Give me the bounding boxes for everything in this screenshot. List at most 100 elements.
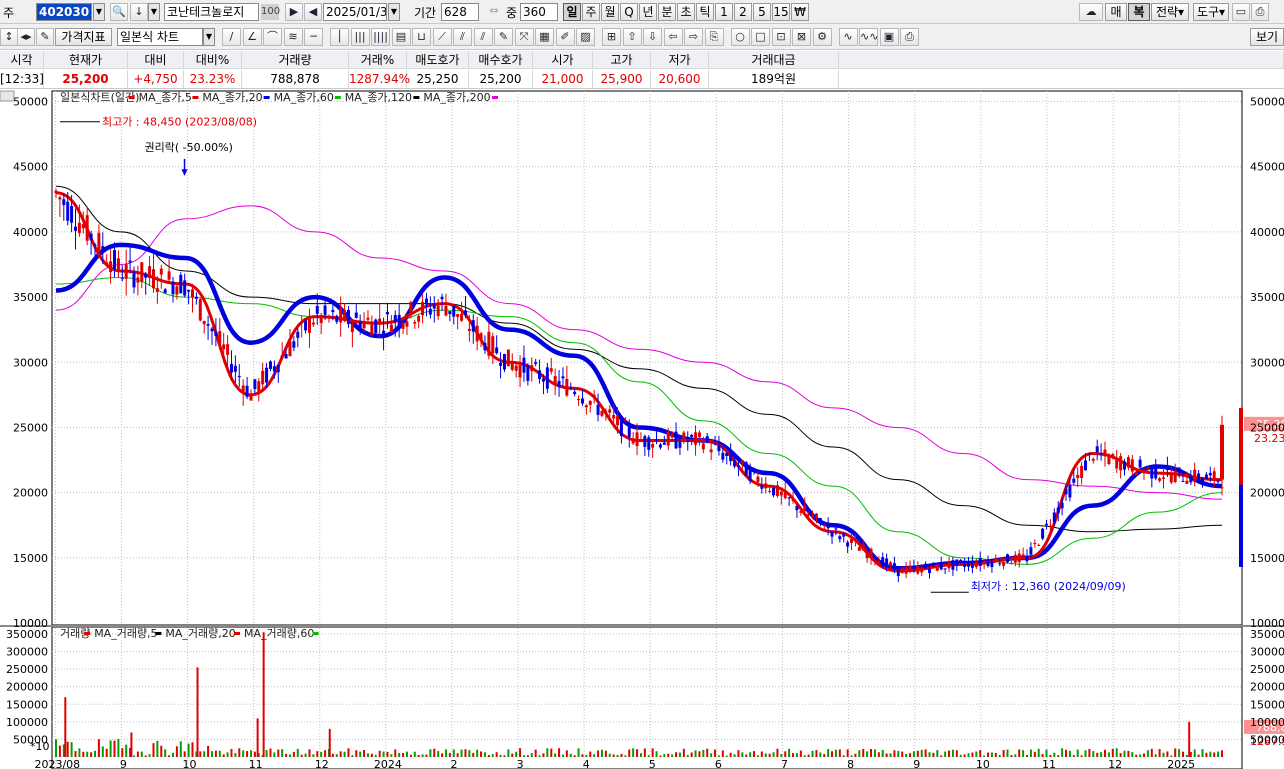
chart-type-dropdown[interactable]: ▼ bbox=[203, 28, 215, 46]
period-input[interactable]: 628 bbox=[441, 3, 479, 21]
volume-bar bbox=[421, 754, 424, 757]
left-arrow-icon[interactable]: ⇦ bbox=[663, 28, 683, 46]
wave-icon[interactable]: ∿ bbox=[838, 28, 858, 46]
volume-bar bbox=[530, 753, 533, 757]
volume-bar bbox=[378, 750, 381, 757]
print-icon[interactable]: ⎙ bbox=[900, 28, 919, 46]
expand-toggle-icon bbox=[0, 90, 15, 102]
vertical-line-icon[interactable]: │ bbox=[330, 28, 349, 46]
period-tab-5[interactable]: 분 bbox=[658, 3, 676, 21]
horizontal-line-icon[interactable]: ─ bbox=[304, 28, 323, 46]
period-tab-0[interactable]: 일 bbox=[563, 3, 581, 21]
settings-icon[interactable]: ⚙ bbox=[812, 28, 832, 46]
leftright-icon[interactable]: ◂▸ bbox=[17, 28, 35, 46]
volume-bar bbox=[838, 749, 841, 757]
volume-bar bbox=[1209, 751, 1212, 757]
right-button-2[interactable]: 전략▾ bbox=[1151, 3, 1189, 21]
stock-chart[interactable]: 최고가 : 48,450 (2023/08/08) 권리락( -50.00%) 최저… bbox=[0, 89, 1284, 769]
period-tab-4[interactable]: 년 bbox=[639, 3, 657, 21]
right-button-3[interactable]: 도구▾ bbox=[1193, 3, 1229, 21]
cloud-icon[interactable]: ☁ bbox=[1079, 3, 1103, 21]
zoom-input[interactable]: 360 bbox=[520, 3, 558, 21]
period-tab-8[interactable]: 1 bbox=[715, 3, 733, 21]
candle-body bbox=[873, 560, 877, 562]
period-tab-2[interactable]: 월 bbox=[601, 3, 619, 21]
candle-body bbox=[85, 215, 89, 241]
right-button-1[interactable]: 복 bbox=[1128, 3, 1150, 21]
print-icon[interactable]: ⎙ bbox=[1251, 3, 1269, 21]
volume-bar bbox=[526, 755, 529, 757]
volume-bar bbox=[643, 748, 646, 757]
save-icon[interactable]: ▭ bbox=[1232, 3, 1250, 21]
period-tab-9[interactable]: 2 bbox=[734, 3, 752, 21]
view-button[interactable]: 보기 bbox=[1250, 28, 1284, 46]
list-icon[interactable]: ▤ bbox=[391, 28, 411, 46]
bars4-icon[interactable]: |||| bbox=[371, 28, 390, 46]
cross-icon[interactable]: ⤧ bbox=[514, 28, 534, 46]
volume-bar bbox=[745, 754, 748, 757]
volume-bar bbox=[78, 748, 81, 757]
candle-body bbox=[460, 313, 464, 321]
trendline-icon[interactable]: / bbox=[222, 28, 241, 46]
edit-icon[interactable]: ✎ bbox=[36, 28, 54, 46]
period-tab-10[interactable]: 5 bbox=[753, 3, 771, 21]
right-arrow-icon[interactable]: ⇨ bbox=[684, 28, 703, 46]
bars3-icon[interactable]: ||| bbox=[350, 28, 370, 46]
parallel2-icon[interactable]: ⫽ bbox=[473, 28, 493, 46]
period-tab-12[interactable]: ₩ bbox=[791, 3, 809, 21]
updown-icon[interactable]: ↕ bbox=[0, 28, 18, 46]
quote-table: 시각 [12:33] 현재가 25,200 대비 +4,750 대비% 23.23% 거래량 78… bbox=[0, 51, 1284, 89]
grid-icon[interactable]: ▦ bbox=[535, 28, 554, 46]
stock-code-input[interactable]: 402030 bbox=[36, 3, 92, 21]
angle-icon[interactable]: ∠ bbox=[242, 28, 262, 46]
next-arrow-icon[interactable]: ▶ bbox=[285, 3, 303, 21]
price-tick-right: 40000 bbox=[1250, 226, 1284, 239]
zoom-out-icon[interactable]: ⊠ bbox=[792, 28, 811, 46]
right-button-0[interactable]: 매 bbox=[1105, 3, 1127, 21]
volume-bar bbox=[831, 751, 834, 757]
table-icon[interactable]: ⊞ bbox=[602, 28, 621, 46]
arc-icon[interactable]: ⌒ bbox=[263, 28, 282, 46]
up-arrow-icon[interactable]: ⇧ bbox=[622, 28, 642, 46]
volume-bar bbox=[171, 752, 174, 757]
calendar-dropdown[interactable]: ▼ bbox=[388, 3, 400, 21]
period-tab-1[interactable]: 주 bbox=[582, 3, 600, 21]
volume-bar bbox=[1185, 755, 1188, 757]
volume-bar bbox=[281, 749, 284, 757]
parallel-icon[interactable]: ⫽ bbox=[453, 28, 472, 46]
date-field[interactable]: 2025/01/31 bbox=[323, 3, 387, 21]
sort-icon[interactable]: ↓ bbox=[130, 3, 148, 21]
pen-icon[interactable]: ✎ bbox=[494, 28, 513, 46]
zoom-icon[interactable]: ⇔ bbox=[485, 3, 503, 21]
circle-icon[interactable]: ○ bbox=[730, 28, 750, 46]
volume-bar bbox=[160, 745, 163, 757]
pattern-icon[interactable]: ▨ bbox=[576, 28, 595, 46]
prev-arrow-icon[interactable]: ◀ bbox=[304, 3, 322, 21]
candle-body bbox=[1099, 453, 1103, 455]
period-tab-6[interactable]: 초 bbox=[677, 3, 695, 21]
zoom-box-icon[interactable]: ⊡ bbox=[771, 28, 791, 46]
chart-type-select[interactable]: 일본식 차트 bbox=[117, 28, 203, 46]
ray-icon[interactable]: ⟋ bbox=[432, 28, 452, 46]
marker-icon[interactable]: ✐ bbox=[555, 28, 575, 46]
volume-bar bbox=[811, 750, 814, 757]
period-tab-3[interactable]: Q bbox=[620, 3, 638, 21]
stock-code-dropdown[interactable]: ▼ bbox=[93, 3, 105, 21]
history-dropdown[interactable]: ▼ bbox=[148, 3, 160, 21]
candle-body bbox=[600, 411, 604, 416]
channel-icon[interactable]: ⊔ bbox=[412, 28, 431, 46]
period-tab-11[interactable]: 15 bbox=[772, 3, 790, 21]
copy-icon[interactable]: ⎘ bbox=[704, 28, 724, 46]
period-tab-7[interactable]: 틱 bbox=[696, 3, 714, 21]
rectangle-icon[interactable]: □ bbox=[751, 28, 770, 46]
volume-bar bbox=[792, 753, 795, 757]
down-arrow-icon[interactable]: ⇩ bbox=[643, 28, 662, 46]
search-icon[interactable]: 🔍 bbox=[110, 3, 128, 21]
volume-bar bbox=[265, 749, 268, 757]
wave2-icon[interactable]: ∿∿ bbox=[859, 28, 878, 46]
price-indicator-button[interactable]: 가격지표 bbox=[55, 28, 112, 46]
candle-body bbox=[916, 566, 920, 574]
box-icon[interactable]: ▣ bbox=[879, 28, 899, 46]
fibonacci-icon[interactable]: ≋ bbox=[283, 28, 303, 46]
candle-body bbox=[374, 319, 378, 334]
